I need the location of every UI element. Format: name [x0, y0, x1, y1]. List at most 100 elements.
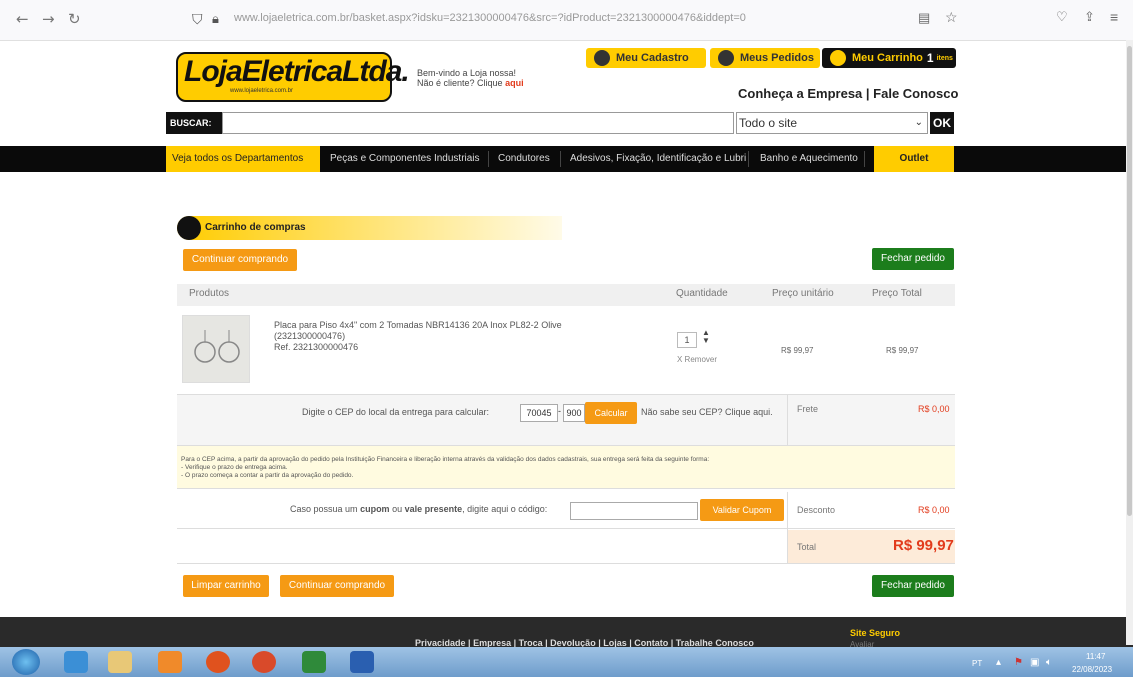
cart-icon [830, 50, 846, 66]
cep-input-2[interactable]: 900 [563, 404, 585, 422]
conheca-link[interactable]: Conheça a Empresa [738, 86, 862, 101]
ie-icon[interactable] [64, 651, 88, 673]
user-icon [594, 50, 610, 66]
cep-dash: - [558, 406, 561, 416]
clock-date[interactable]: 22/08/2023 [1072, 665, 1112, 674]
welcome-line: Bem-vindo a Loja nossa! [417, 68, 517, 78]
coupon-input[interactable] [570, 502, 698, 520]
cep-input-1[interactable]: 70045 [520, 404, 558, 422]
dept-all[interactable]: Veja todos os Departamentos [166, 146, 320, 172]
clock-time[interactable]: 11:47 [1086, 652, 1105, 661]
network-icon[interactable]: ⚑ [1014, 657, 1023, 668]
shield-icon: ⛉ [192, 11, 203, 27]
notice-line: Para o CEP acima, a partir da aprovação … [181, 456, 710, 463]
product-name[interactable]: Placa para Piso 4x4" com 2 Tomadas NBR14… [274, 320, 654, 331]
welcome-link[interactable]: aqui [505, 78, 524, 88]
start-button-icon[interactable] [12, 649, 40, 675]
reader-icon[interactable]: ▤ [918, 10, 930, 26]
button-label: Meu Carrinho [852, 52, 923, 64]
firefox-active-icon[interactable] [252, 651, 276, 673]
cart-items-label: itens [936, 54, 953, 62]
search-ok-button[interactable]: OK [930, 112, 954, 134]
back-icon[interactable]: ← [16, 10, 29, 28]
column-total-price: Preço Total [872, 288, 922, 299]
notice-line: - O prazo começa a contar a partir da ap… [181, 472, 354, 479]
meus-pedidos-button[interactable]: Meus Pedidos [710, 48, 820, 68]
excel-icon[interactable] [302, 651, 326, 673]
forward-icon[interactable]: → [42, 10, 55, 28]
dept-condutores[interactable]: Condutores [498, 146, 550, 172]
coupon-prompt: Caso possua um cupom ou vale presente, d… [290, 504, 547, 514]
dept-banho[interactable]: Banho e Aquecimento [760, 146, 858, 172]
secure-site-label: Site Seguro [850, 628, 901, 638]
dept-pecas[interactable]: Peças e Componentes Industriais [330, 146, 480, 172]
search-label: BUSCAR: [166, 112, 222, 134]
divider [787, 395, 788, 445]
total-value: R$ 99,97 [893, 537, 954, 554]
firefox-icon[interactable] [206, 651, 230, 673]
language-indicator[interactable]: PT [972, 659, 982, 668]
divider [560, 151, 561, 167]
notice-line: - Verifique o prazo de entrega acima. [181, 464, 288, 471]
reload-icon[interactable]: ↻ [68, 10, 81, 28]
validate-coupon-button[interactable]: Validar Cupom [700, 499, 784, 521]
discount-label: Desconto [797, 505, 836, 515]
url-bar[interactable]: ⛉ 🔒︎ www.lojaeletrica.com.br/basket.aspx… [180, 8, 940, 32]
discount-value: R$ 0,00 [918, 505, 950, 515]
outlet-plate-icon [194, 330, 240, 363]
button-label: Meus Pedidos [740, 52, 814, 64]
coupon-text: cupom [360, 504, 390, 514]
item-total-price: R$ 99,97 [886, 346, 919, 355]
remove-item-link[interactable]: X Remover [677, 355, 717, 364]
product-ref: Ref. 2321300000476 [274, 342, 359, 352]
logo-subtext: www.lojaeletrica.com.br [230, 88, 294, 94]
bookmark-star-icon[interactable]: ☆ [945, 9, 958, 26]
quantity-input[interactable]: 1 [677, 332, 697, 348]
media-player-icon[interactable] [158, 651, 182, 673]
dept-adesivos[interactable]: Adesivos, Fixação, Identificação e Lubri [570, 146, 746, 172]
search-scope-select[interactable]: Todo o site ⌄ [736, 112, 928, 134]
scrollbar-thumb[interactable] [1127, 46, 1132, 516]
cart-table-header [177, 284, 955, 306]
clear-cart-button[interactable]: Limpar carrinho [183, 575, 269, 597]
welcome-message: Bem-vindo a Loja nossa! Não é cliente? C… [417, 68, 524, 88]
url-text: www.lojaeletrica.com.br/basket.aspx?idsk… [234, 12, 746, 24]
share-icon[interactable]: ⇪ [1084, 9, 1095, 25]
coupon-text: Caso possua um [290, 504, 358, 514]
quantity-stepper-icon[interactable]: ▲ ▼ [702, 329, 710, 345]
button-label: Meu Cadastro [616, 52, 689, 64]
cart-count: 1 [926, 51, 934, 65]
logo-text: LojaEletricaLtda. [184, 55, 410, 88]
continue-shopping-button[interactable]: Continuar comprando [183, 249, 297, 271]
meu-carrinho-button[interactable]: Meu Carrinho 1 itens [822, 48, 956, 68]
meu-cadastro-button[interactable]: Meu Cadastro [586, 48, 706, 68]
word-icon[interactable] [350, 651, 374, 673]
cart-title: Carrinho de compras [205, 222, 306, 233]
product-image[interactable] [182, 315, 250, 383]
shipping-label: Frete [797, 404, 819, 414]
company-links: Conheça a Empresa | Fale Conosco [738, 86, 959, 101]
pocket-icon[interactable]: ♡ [1056, 9, 1068, 25]
continue-shopping-button-bottom[interactable]: Continuar comprando [280, 575, 394, 597]
search-input[interactable] [222, 112, 734, 134]
dept-outlet[interactable]: Outlet [874, 146, 954, 172]
action-center-icon[interactable]: ▣ [1030, 657, 1039, 668]
coupon-text: ou [392, 504, 403, 514]
volume-icon[interactable]: 🔈︎ [1046, 657, 1052, 668]
coupon-text: vale presente [404, 504, 463, 514]
folder-icon[interactable] [108, 651, 132, 673]
fale-conosco-link[interactable]: Fale Conosco [873, 86, 958, 101]
column-products: Produtos [189, 288, 230, 299]
product-code: (2321300000476) [274, 331, 346, 341]
tray-up-icon[interactable]: ▴ [996, 657, 1001, 668]
menu-icon[interactable]: ≡ [1110, 9, 1118, 25]
close-order-button[interactable]: Fechar pedido [872, 248, 954, 270]
site-logo[interactable]: LojaEletricaLtda. www.lojaeletrica.com.b… [176, 52, 410, 102]
shipping-value: R$ 0,00 [918, 404, 950, 414]
calculate-shipping-button[interactable]: Calcular [585, 402, 637, 424]
cep-help-link[interactable]: Não sabe seu CEP? Clique aqui. [641, 407, 773, 417]
cep-prompt: Digite o CEP do local da entrega para ca… [302, 407, 489, 417]
close-order-button-bottom[interactable]: Fechar pedido [872, 575, 954, 597]
cart-icon [177, 216, 201, 240]
lock-icon: 🔒︎ [212, 11, 219, 26]
